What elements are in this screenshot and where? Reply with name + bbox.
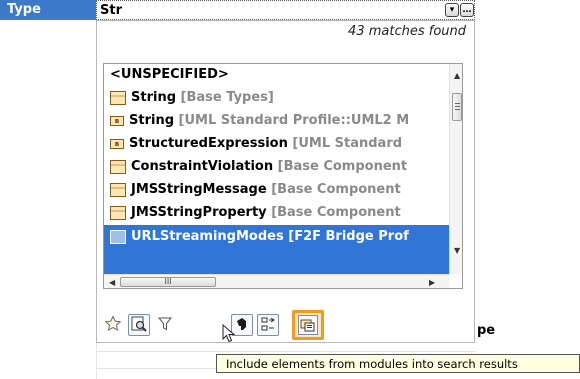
- scrollbar-thumb[interactable]: III: [120, 277, 216, 287]
- item-owner: [UML Standard Profile::UML2 M: [178, 113, 410, 128]
- list-item[interactable]: JMSStringMessage [Base Component: [104, 179, 449, 203]
- include-modules-icon[interactable]: [298, 315, 318, 335]
- item-name: String: [131, 90, 177, 105]
- item-owner: [Base Component: [271, 205, 401, 220]
- item-name: JMSStringMessage: [131, 182, 267, 197]
- property-label: Type: [0, 0, 96, 20]
- item-name: String: [129, 113, 175, 128]
- filter-icon[interactable]: [154, 314, 176, 336]
- autocomplete-popup: 43 matches found <UNSPECIFIED> String [B…: [96, 20, 475, 343]
- type-value-text: Str: [100, 3, 122, 18]
- scroll-left-icon[interactable]: ◀: [109, 278, 115, 287]
- class-icon: [110, 182, 126, 197]
- list-item-selected[interactable]: URLStreamingModes [F2F Bridge Prof: [104, 225, 449, 275]
- class-icon: [110, 159, 126, 174]
- favorites-icon[interactable]: [102, 314, 124, 336]
- tooltip: Include elements from modules into searc…: [216, 354, 580, 373]
- list-item[interactable]: ʙ String [UML Standard Profile::UML2 M: [104, 110, 449, 134]
- horizontal-scrollbar[interactable]: ◀ III ▶: [104, 274, 449, 288]
- item-name: URLStreamingModes: [131, 229, 284, 244]
- mouse-cursor-icon: [222, 324, 236, 343]
- class-icon: [110, 90, 126, 105]
- item-name: ConstraintViolation: [131, 159, 274, 174]
- scrollbar-thumb[interactable]: [452, 93, 462, 121]
- item-name: JMSStringProperty: [131, 205, 267, 220]
- item-owner: [F2F Bridge Prof: [288, 229, 409, 244]
- list-item[interactable]: String [Base Types]: [104, 87, 449, 111]
- class-icon: [110, 205, 126, 220]
- stereotype-icon: ʙ: [110, 138, 124, 149]
- stereotype-icon: ʙ: [110, 115, 124, 126]
- tooltip-text: Include elements from modules into searc…: [226, 357, 518, 371]
- enumeration-icon: [110, 229, 126, 244]
- scroll-right-icon[interactable]: ▶: [429, 278, 435, 287]
- item-owner: [Base Types]: [180, 90, 274, 105]
- results-list[interactable]: <UNSPECIFIED> String [Base Types] ʙ Strin…: [103, 63, 463, 289]
- item-name: <UNSPECIFIED>: [110, 67, 229, 82]
- find-icon[interactable]: [128, 314, 150, 336]
- list-item[interactable]: JMSStringProperty [Base Component: [104, 202, 449, 226]
- dropdown-arrow-icon[interactable]: ▾: [445, 3, 459, 17]
- vertical-scrollbar[interactable]: ▲ ▼: [449, 64, 462, 274]
- item-name: StructuredExpression: [129, 136, 288, 151]
- item-owner: [UML Standard: [292, 136, 403, 151]
- scroll-up-icon[interactable]: ▲: [454, 71, 460, 80]
- item-owner: [Base Component: [277, 159, 408, 174]
- list-item[interactable]: ConstraintViolation [Base Component: [104, 156, 449, 180]
- ellipsis-icon[interactable]: …: [460, 3, 474, 17]
- grid-row-line: [96, 351, 476, 352]
- expand-tree-icon[interactable]: [257, 314, 279, 336]
- partial-text: pe: [477, 323, 496, 338]
- matches-count: 43 matches found: [348, 24, 466, 39]
- scroll-down-icon[interactable]: ▼: [454, 246, 460, 255]
- list-item[interactable]: ʙ StructuredExpression [UML Standard: [104, 133, 449, 157]
- item-owner: [Base Component: [271, 182, 401, 197]
- include-modules-button[interactable]: [292, 310, 324, 340]
- type-value-field[interactable]: Str ▾ …: [96, 0, 475, 20]
- list-item[interactable]: <UNSPECIFIED>: [104, 64, 449, 88]
